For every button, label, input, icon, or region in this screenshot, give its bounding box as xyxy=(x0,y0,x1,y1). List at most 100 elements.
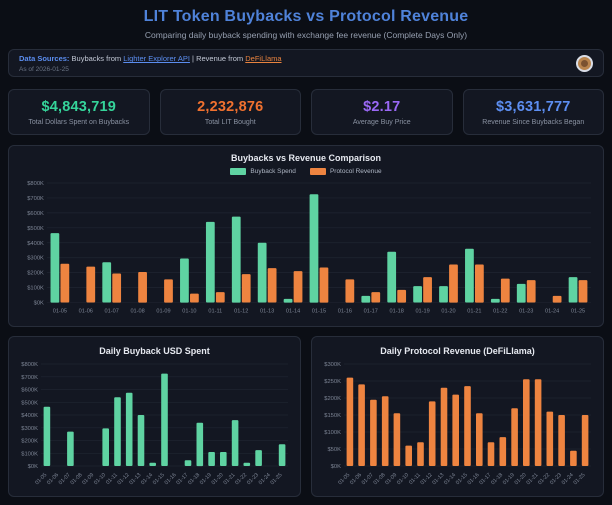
stat-value: $4,843,719 xyxy=(41,99,116,115)
stat-card-total-spent: $4,843,719 Total Dollars Spent on Buybac… xyxy=(8,89,150,135)
svg-text:01-10: 01-10 xyxy=(182,309,196,315)
comparison-chart-title: Buybacks vs Revenue Comparison xyxy=(17,153,595,163)
svg-text:$200K: $200K xyxy=(324,396,341,402)
svg-text:01-20: 01-20 xyxy=(514,473,528,487)
comparison-chart-card: Buybacks vs Revenue Comparison Buyback S… xyxy=(8,145,604,327)
svg-text:01-19: 01-19 xyxy=(502,473,516,487)
svg-text:$500K: $500K xyxy=(27,226,44,232)
svg-text:01-16: 01-16 xyxy=(467,473,481,487)
svg-text:$200K: $200K xyxy=(21,439,38,445)
stat-card-average-buy-price: $2.17 Average Buy Price xyxy=(311,89,453,135)
stat-label: Total Dollars Spent on Buybacks xyxy=(28,119,129,126)
svg-text:01-08: 01-08 xyxy=(70,473,84,487)
data-sources-line: Data Sources: Buybacks from Lighter Expl… xyxy=(19,53,282,64)
revenue-chart-title: Daily Protocol Revenue (DeFiLlama) xyxy=(318,346,597,356)
stat-value: $2.17 xyxy=(363,99,400,115)
svg-text:$700K: $700K xyxy=(21,375,38,381)
svg-text:01-18: 01-18 xyxy=(490,473,504,487)
svg-text:01-15: 01-15 xyxy=(152,473,166,487)
stat-card-revenue-since: $3,631,777 Revenue Since Buybacks Began xyxy=(463,89,605,135)
site-logo-avatar xyxy=(576,55,593,72)
svg-text:01-07: 01-07 xyxy=(105,309,119,315)
svg-text:01-21: 01-21 xyxy=(467,309,481,315)
svg-text:01-25: 01-25 xyxy=(270,473,284,487)
svg-text:$800K: $800K xyxy=(27,181,44,187)
svg-text:01-05: 01-05 xyxy=(337,473,351,487)
svg-text:01-16: 01-16 xyxy=(338,309,352,315)
svg-text:01-17: 01-17 xyxy=(364,309,378,315)
svg-text:01-06: 01-06 xyxy=(79,309,93,315)
svg-text:01-06: 01-06 xyxy=(46,473,60,487)
svg-text:$0K: $0K xyxy=(331,464,341,470)
bottom-charts-row: Daily Buyback USD Spent $800K $700K $600K $… xyxy=(8,336,604,497)
svg-text:01-09: 01-09 xyxy=(81,473,95,487)
svg-text:01-20: 01-20 xyxy=(441,309,455,315)
svg-text:01-16: 01-16 xyxy=(164,473,178,487)
svg-text:01-22: 01-22 xyxy=(234,473,248,487)
svg-text:$150K: $150K xyxy=(324,413,341,419)
buyback-chart-title: Daily Buyback USD Spent xyxy=(15,346,294,356)
revenue-chart-card: Daily Protocol Revenue (DeFiLlama) $300K… xyxy=(311,336,604,497)
data-sources-label: Data Sources: xyxy=(19,54,69,63)
svg-text:01-21: 01-21 xyxy=(526,473,540,487)
svg-text:01-13: 01-13 xyxy=(431,473,445,487)
stats-row: $4,843,719 Total Dollars Spent on Buybac… xyxy=(8,89,604,135)
svg-text:$400K: $400K xyxy=(21,413,38,419)
stat-card-total-lit-bought: 2,232,876 Total LIT Bought xyxy=(160,89,302,135)
legend-label: Buyback Spend xyxy=(250,168,296,175)
svg-text:01-23: 01-23 xyxy=(246,473,260,487)
svg-text:01-06: 01-06 xyxy=(349,473,363,487)
buyback-spend-swatch-icon xyxy=(230,168,246,175)
buyback-chart-card: Daily Buyback USD Spent $800K $700K $600K $… xyxy=(8,336,301,497)
svg-text:01-08: 01-08 xyxy=(130,309,144,315)
svg-text:01-14: 01-14 xyxy=(443,473,457,487)
as-of-date: As of 2026-01-25 xyxy=(19,66,282,73)
svg-text:01-09: 01-09 xyxy=(156,309,170,315)
stat-label: Total LIT Bought xyxy=(205,119,256,126)
svg-text:01-11: 01-11 xyxy=(105,473,119,487)
svg-text:$600K: $600K xyxy=(21,388,38,394)
defillama-link[interactable]: DeFiLlama xyxy=(245,54,281,63)
dashboard-page: LIT Token Buybacks vs Protocol Revenue C… xyxy=(0,0,612,505)
legend-item-buyback-spend: Buyback Spend xyxy=(230,168,296,175)
svg-text:01-12: 01-12 xyxy=(117,473,131,487)
svg-text:01-14: 01-14 xyxy=(140,473,154,487)
svg-text:$50K: $50K xyxy=(327,447,341,453)
svg-text:01-24: 01-24 xyxy=(545,309,559,315)
page-title: LIT Token Buybacks vs Protocol Revenue xyxy=(8,8,604,26)
svg-text:01-22: 01-22 xyxy=(493,309,507,315)
svg-text:01-17: 01-17 xyxy=(175,473,189,487)
stat-value: $3,631,777 xyxy=(496,99,571,115)
stat-label: Average Buy Price xyxy=(353,119,411,126)
svg-text:01-11: 01-11 xyxy=(208,309,222,315)
svg-text:01-15: 01-15 xyxy=(312,309,326,315)
svg-text:01-13: 01-13 xyxy=(128,473,142,487)
svg-text:01-22: 01-22 xyxy=(537,473,551,487)
comparison-bar-chart: $800K$700K$600K$500K$400K$300K$200K$100K… xyxy=(17,177,595,322)
svg-text:$800K: $800K xyxy=(21,362,38,368)
svg-text:01-20: 01-20 xyxy=(211,473,225,487)
svg-text:01-18: 01-18 xyxy=(187,473,201,487)
svg-text:01-09: 01-09 xyxy=(384,473,398,487)
svg-text:$100K: $100K xyxy=(27,286,44,292)
svg-text:01-13: 01-13 xyxy=(260,309,274,315)
svg-text:01-10: 01-10 xyxy=(396,473,410,487)
svg-text:01-24: 01-24 xyxy=(561,473,575,487)
svg-text:01-23: 01-23 xyxy=(519,309,533,315)
lighter-explorer-link[interactable]: Lighter Explorer API xyxy=(123,54,190,63)
svg-text:$300K: $300K xyxy=(21,426,38,432)
svg-text:01-18: 01-18 xyxy=(390,309,404,315)
svg-text:01-07: 01-07 xyxy=(361,473,375,487)
page-subtitle: Comparing daily buyback spending with ex… xyxy=(8,30,604,40)
svg-text:01-11: 01-11 xyxy=(408,473,422,487)
buybacks-source-prefix: Buybacks from xyxy=(72,54,122,63)
svg-text:01-24: 01-24 xyxy=(258,473,272,487)
svg-text:01-07: 01-07 xyxy=(58,473,72,487)
svg-text:$500K: $500K xyxy=(21,401,38,407)
svg-text:$300K: $300K xyxy=(324,362,341,368)
svg-text:$250K: $250K xyxy=(324,379,341,385)
stat-value: 2,232,876 xyxy=(197,99,263,115)
buyback-bar-chart: $800K$700K$600K$500K$400K$300K$200K$100K… xyxy=(15,356,294,494)
data-sources-text-block: Data Sources: Buybacks from Lighter Expl… xyxy=(19,53,282,72)
svg-text:01-05: 01-05 xyxy=(53,309,67,315)
